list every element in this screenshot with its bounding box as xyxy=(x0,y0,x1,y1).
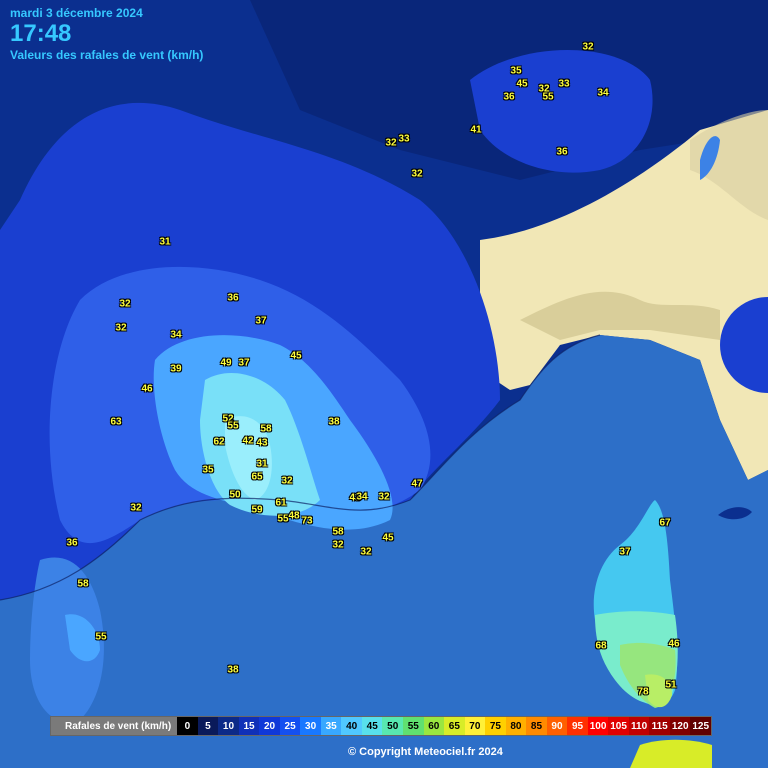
gust-value: 31 xyxy=(159,236,171,248)
legend-swatch: 120 xyxy=(669,717,691,735)
legend-swatch: 55 xyxy=(403,717,424,735)
gust-value: 36 xyxy=(66,537,78,549)
gust-value: 36 xyxy=(227,292,239,304)
gust-value: 49 xyxy=(220,357,232,369)
legend-swatch: 20 xyxy=(259,717,280,735)
gust-value: 36 xyxy=(556,146,568,158)
legend-swatch: 50 xyxy=(382,717,403,735)
gust-value: 38 xyxy=(328,416,340,428)
legend-title: Rafales de vent (km/h) xyxy=(51,717,178,735)
gust-value: 34 xyxy=(356,491,368,503)
gust-value: 39 xyxy=(170,363,182,375)
gust-value: 32 xyxy=(119,298,131,310)
legend-swatch: 65 xyxy=(444,717,465,735)
gust-value: 32 xyxy=(130,502,142,514)
gust-value: 34 xyxy=(170,329,182,341)
gust-value: 61 xyxy=(275,497,287,509)
legend-swatch: 90 xyxy=(546,717,568,735)
legend-swatch: 125 xyxy=(690,717,711,735)
gust-value: 32 xyxy=(281,475,293,487)
gust-value: 73 xyxy=(301,515,313,527)
gust-value: 38 xyxy=(227,664,239,676)
gust-value: 37 xyxy=(255,315,267,327)
legend-swatch: 70 xyxy=(464,717,486,735)
gust-value: 55 xyxy=(95,631,107,643)
gust-value: 45 xyxy=(516,78,528,90)
gust-value: 37 xyxy=(619,546,631,558)
map-subtitle: Valeurs des rafales de vent (km/h) xyxy=(10,48,204,62)
color-scale-legend: Rafales de vent (km/h) 0 5 10 15 20 25 30 35 40 4… xyxy=(50,716,712,736)
copyright-notice: © Copyright Meteociel.fr 2024 xyxy=(348,746,503,758)
gust-value: 67 xyxy=(659,517,671,529)
gust-value: 32 xyxy=(411,168,423,180)
gust-value: 31 xyxy=(256,458,268,470)
legend-swatch: 60 xyxy=(423,717,445,735)
gust-value: 50 xyxy=(229,489,241,501)
gust-value: 55 xyxy=(227,420,239,432)
gust-value: 58 xyxy=(77,578,89,590)
legend-swatch: 25 xyxy=(279,717,301,735)
legend-scale: 0 5 10 15 20 25 30 35 40 45 50 55 60 65 70 75 80 85 90 95 10… xyxy=(177,717,711,735)
gust-value: 32 xyxy=(582,41,594,53)
gust-value: 47 xyxy=(411,478,423,490)
gust-value: 45 xyxy=(382,532,394,544)
gust-value: 43 xyxy=(256,437,268,449)
gust-value: 55 xyxy=(277,513,289,525)
legend-swatch: 95 xyxy=(567,717,588,735)
gust-value: 36 xyxy=(503,91,515,103)
gust-value: 68 xyxy=(595,640,607,652)
legend-swatch: 15 xyxy=(238,717,260,735)
time-label: 17:48 xyxy=(10,20,72,47)
legend-swatch: 30 xyxy=(300,717,321,735)
gust-value: 32 xyxy=(378,491,390,503)
gust-value: 42 xyxy=(242,435,254,447)
legend-swatch: 75 xyxy=(485,717,506,735)
legend-swatch: 10 xyxy=(218,717,239,735)
gust-value: 63 xyxy=(110,416,122,428)
legend-swatch: 100 xyxy=(587,717,609,735)
gust-value: 35 xyxy=(510,65,522,77)
gust-value: 58 xyxy=(332,526,344,538)
gust-value: 62 xyxy=(213,436,225,448)
legend-swatch: 0 xyxy=(177,717,198,735)
gust-value: 32 xyxy=(115,322,127,334)
gust-value: 33 xyxy=(558,78,570,90)
gust-value: 35 xyxy=(202,464,214,476)
gust-value: 32 xyxy=(385,137,397,149)
gust-value: 78 xyxy=(637,686,649,698)
date-label: mardi 3 décembre 2024 xyxy=(10,6,143,20)
gust-value: 32 xyxy=(332,539,344,551)
gust-value: 65 xyxy=(251,471,263,483)
gust-value: 55 xyxy=(542,91,554,103)
gust-value: 41 xyxy=(470,124,482,136)
legend-swatch: 85 xyxy=(526,717,547,735)
legend-swatch: 115 xyxy=(649,717,670,735)
gust-value: 32 xyxy=(360,546,372,558)
wind-gust-map xyxy=(0,0,768,768)
gust-value: 51 xyxy=(665,679,677,691)
legend-swatch: 80 xyxy=(505,717,527,735)
map-header: mardi 3 décembre 2024 17:48 Valeurs des … xyxy=(10,6,203,62)
legend-swatch: 40 xyxy=(341,717,362,735)
gust-value: 34 xyxy=(597,87,609,99)
gust-value: 45 xyxy=(290,350,302,362)
gust-value: 33 xyxy=(398,133,410,145)
gust-value: 58 xyxy=(260,423,272,435)
legend-swatch: 5 xyxy=(197,717,219,735)
gust-value: 59 xyxy=(251,504,263,516)
legend-swatch: 105 xyxy=(608,717,629,735)
legend-swatch: 45 xyxy=(361,717,383,735)
legend-swatch: 110 xyxy=(628,717,650,735)
gust-value: 46 xyxy=(141,383,153,395)
gust-value: 48 xyxy=(288,510,300,522)
legend-swatch: 35 xyxy=(320,717,342,735)
gust-value: 46 xyxy=(668,638,680,650)
gust-value: 37 xyxy=(238,357,250,369)
